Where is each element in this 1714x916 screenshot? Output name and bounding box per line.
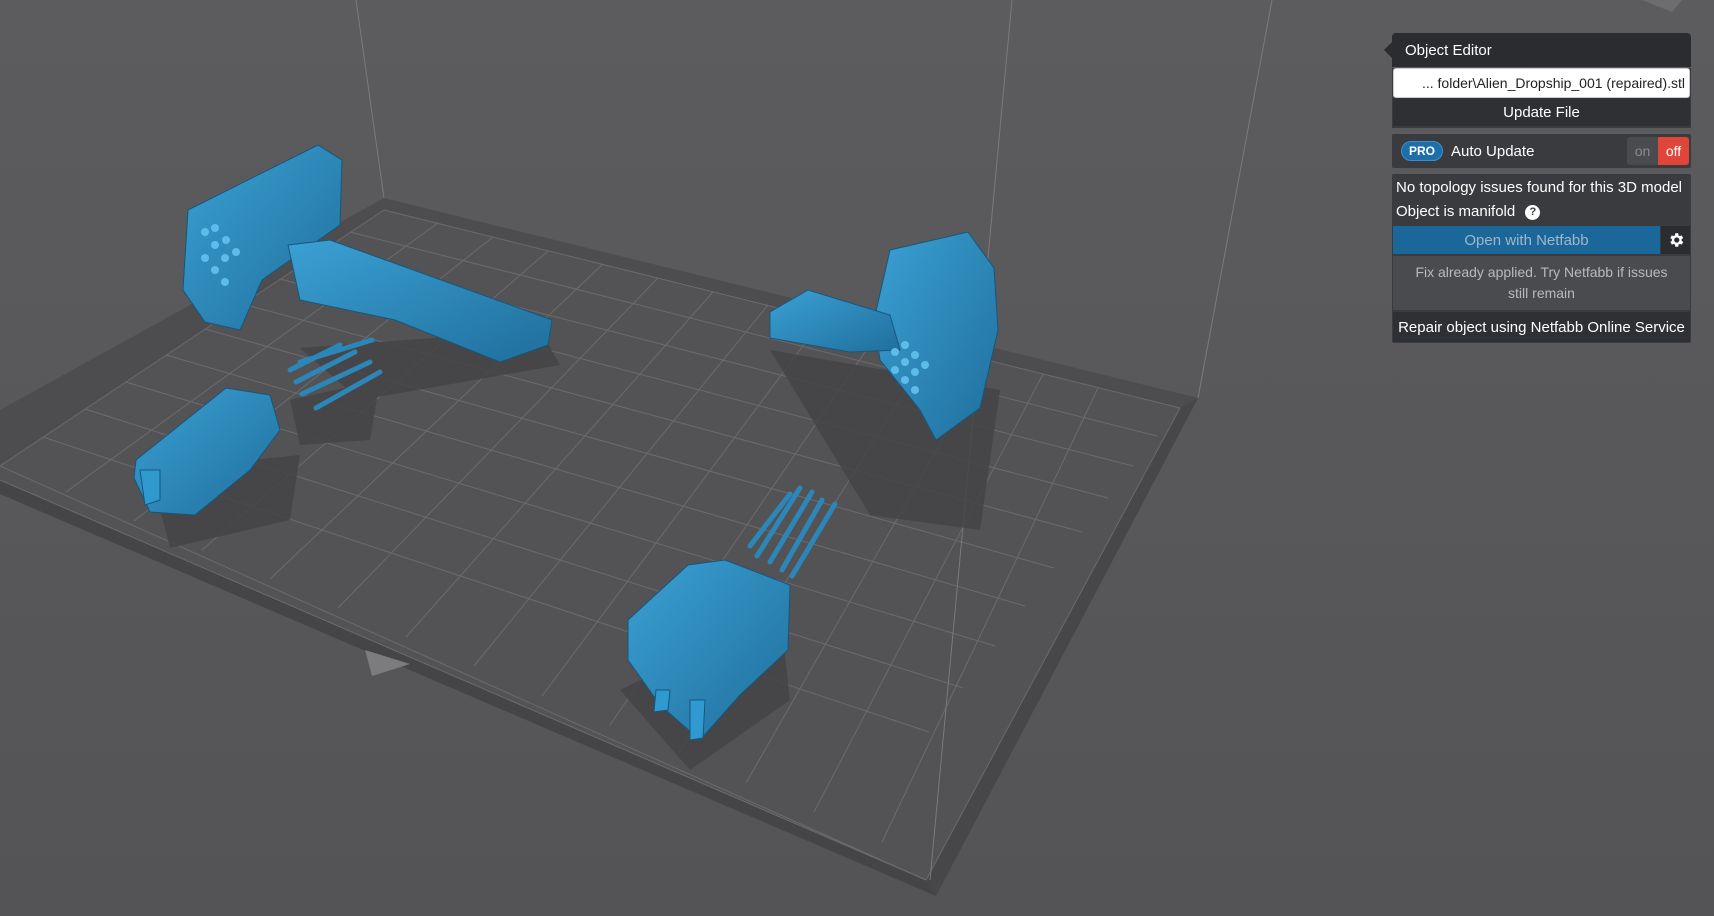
panel-title: Object Editor bbox=[1405, 41, 1492, 59]
topology-status-message: No topology issues found for this 3D mod… bbox=[1396, 179, 1682, 196]
toggle-on-option[interactable]: on bbox=[1627, 137, 1658, 165]
update-file-button[interactable]: Update File bbox=[1393, 98, 1690, 126]
netfabb-row: Open with Netfabb bbox=[1393, 226, 1690, 254]
auto-update-row: PRO Auto Update on off bbox=[1392, 134, 1691, 168]
manifold-status-line: Object is manifold ? bbox=[1392, 198, 1691, 222]
auto-update-toggle[interactable]: on off bbox=[1627, 137, 1689, 165]
toggle-off-option[interactable]: off bbox=[1658, 137, 1689, 165]
fix-applied-note: Fix already applied. Try Netfabb if issu… bbox=[1393, 256, 1690, 310]
file-path-input[interactable] bbox=[1393, 68, 1690, 98]
pro-badge: PRO bbox=[1401, 141, 1444, 161]
repair-netfabb-online-button[interactable]: Repair object using Netfabb Online Servi… bbox=[1393, 312, 1690, 342]
manifold-status-message: Object is manifold bbox=[1396, 203, 1516, 220]
panel-body: Update File bbox=[1392, 68, 1691, 128]
panel-pointer bbox=[1384, 42, 1392, 58]
panel-header: Object Editor bbox=[1384, 33, 1691, 67]
gear-icon bbox=[1669, 233, 1683, 247]
netfabb-settings-button[interactable] bbox=[1660, 226, 1690, 254]
topology-status-box: No topology issues found for this 3D mod… bbox=[1392, 174, 1691, 343]
object-editor-panel: Object Editor Update File PRO Auto Updat… bbox=[1384, 33, 1691, 343]
open-with-netfabb-button[interactable]: Open with Netfabb bbox=[1393, 226, 1660, 254]
auto-update-label: Auto Update bbox=[1451, 142, 1535, 160]
help-icon[interactable]: ? bbox=[1525, 204, 1541, 220]
